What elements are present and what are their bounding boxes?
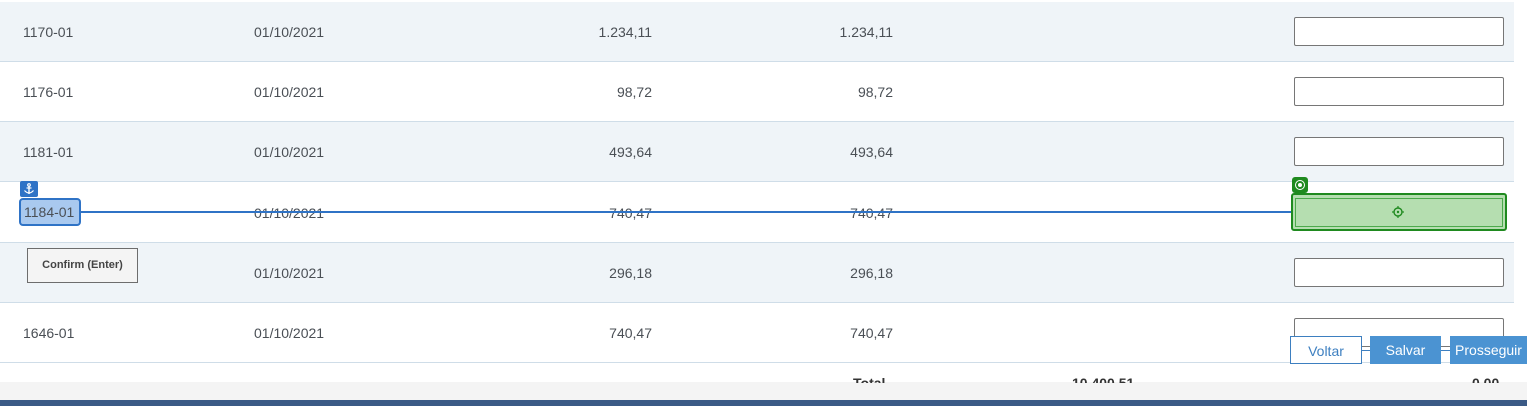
total-value: 10.400,51 [1072, 376, 1134, 383]
row-value-1: 493,64 [609, 144, 652, 160]
bottom-bar [0, 400, 1527, 406]
row-value-1: 1.234,11 [598, 24, 652, 40]
row-value-2: 98,72 [857, 84, 893, 100]
row-date: 01/10/2021 [254, 24, 325, 40]
total-label: Total [853, 376, 885, 383]
row-value-2: 1.234,11 [839, 24, 893, 40]
row-code: 1170-01 [23, 24, 74, 40]
row-date: 01/10/2021 [254, 265, 325, 281]
row-value-1: 296,18 [609, 265, 652, 281]
table-row: 1176-01 01/10/2021 98,72 98,72 [0, 62, 1514, 122]
table-row: 1170-01 01/10/2021 1.234,11 1.234,11 [0, 2, 1514, 62]
row-date: 01/10/2021 [254, 205, 325, 221]
row-date: 01/10/2021 [254, 325, 325, 341]
row-code: 1181-01 [23, 144, 74, 160]
anchor-icon [20, 181, 38, 197]
total-right-value: 0,00 [1472, 376, 1499, 383]
row-value-2: 740,47 [850, 205, 893, 221]
row-value-1: 740,47 [609, 205, 652, 221]
row-value-1: 740,47 [609, 325, 652, 341]
target-icon [1292, 177, 1308, 193]
table-row: 1181-01 01/10/2021 493,64 493,64 [0, 122, 1514, 182]
table-row: 1646-01 01/10/2021 740,47 740,47 [0, 303, 1514, 363]
crosshair-icon [1392, 206, 1404, 218]
voltar-button[interactable]: Voltar [1290, 336, 1362, 364]
footer-strip [0, 382, 1527, 400]
row-input[interactable] [1294, 77, 1504, 106]
button-connector [1441, 350, 1450, 351]
row-date: 01/10/2021 [254, 144, 325, 160]
row-input[interactable] [1294, 17, 1504, 46]
row-value-2: 296,18 [850, 265, 893, 281]
table-row: 1184-01 01/10/2021 740,47 740,47 [0, 183, 1514, 243]
row-value-1: 98,72 [616, 84, 652, 100]
prosseguir-button[interactable]: Prosseguir [1450, 336, 1527, 364]
row-date: 01/10/2021 [254, 84, 325, 100]
button-connector [1362, 350, 1370, 351]
scrollbar-track[interactable] [1514, 0, 1527, 382]
drag-source-highlight[interactable]: 1184-01 [19, 198, 81, 226]
drag-connection-line [80, 211, 1293, 213]
salvar-button[interactable]: Salvar [1370, 336, 1441, 364]
row-input[interactable] [1294, 137, 1504, 166]
table-row: 01/10/2021 296,18 296,18 [0, 243, 1514, 303]
confirm-tooltip[interactable]: Confirm (Enter) [27, 248, 138, 283]
row-code: 1176-01 [23, 84, 74, 100]
row-value-2: 740,47 [850, 325, 893, 341]
row-input[interactable] [1294, 258, 1504, 287]
row-value-2: 493,64 [850, 144, 893, 160]
row-code: 1646-01 [23, 325, 75, 341]
